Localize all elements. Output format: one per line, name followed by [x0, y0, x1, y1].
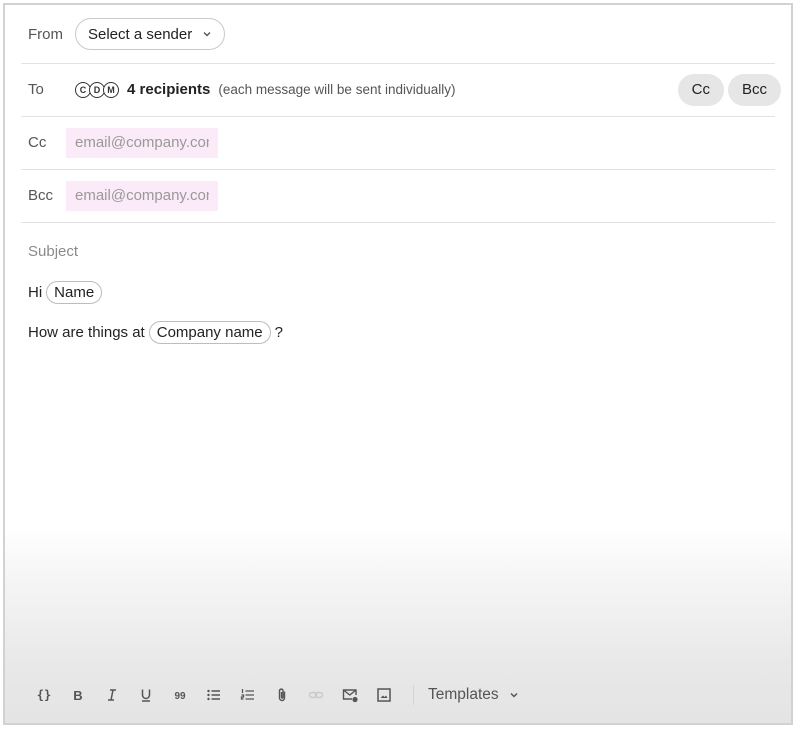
body-text: Hi — [28, 284, 43, 301]
recipients-note: (each message will be sent individually) — [218, 82, 456, 97]
recipients-count[interactable]: 4 recipients — [127, 81, 210, 98]
sender-select[interactable]: Select a sender — [75, 18, 226, 50]
cc-row: Cc — [21, 116, 775, 170]
body-line[interactable]: How are things at Company name ? — [28, 321, 283, 344]
image-button[interactable] — [367, 681, 401, 709]
name-variable-token[interactable]: Name — [46, 281, 103, 304]
chevron-down-icon — [510, 692, 518, 698]
image-icon — [377, 688, 391, 702]
sender-select-label: Select a sender — [88, 25, 193, 43]
numbered-list-button[interactable] — [231, 681, 265, 709]
templates-dropdown[interactable]: Templates — [428, 686, 519, 704]
to-label: To — [28, 81, 44, 98]
cc-button[interactable]: Cc — [677, 73, 724, 106]
bold-icon: B — [73, 688, 82, 703]
bulleted-list-icon — [207, 689, 220, 701]
variables-icon: {} — [37, 688, 51, 702]
bold-button[interactable]: B — [61, 681, 95, 709]
bcc-button[interactable]: Bcc — [727, 73, 781, 106]
formatting-toolbar: {} B 99 Templates — [27, 681, 519, 709]
bulleted-list-button[interactable] — [197, 681, 231, 709]
italic-icon — [108, 689, 116, 701]
subject-input[interactable]: Subject — [28, 243, 78, 260]
underline-button[interactable] — [129, 681, 163, 709]
recipient-avatars[interactable]: C D M — [75, 81, 119, 98]
email-settings-icon — [342, 689, 358, 703]
svg-text:99: 99 — [174, 691, 186, 702]
chevron-down-icon — [203, 32, 211, 37]
bcc-row: Bcc — [21, 169, 775, 223]
email-composer: From Select a sender To C D M 4 recipien… — [3, 3, 793, 725]
underline-icon — [141, 689, 151, 702]
bcc-email-input[interactable] — [66, 180, 218, 211]
from-label: From — [28, 25, 63, 43]
from-row: From Select a sender — [21, 5, 775, 64]
cc-bcc-buttons: Cc Bcc — [677, 73, 781, 106]
templates-label: Templates — [428, 686, 499, 703]
toolbar-divider — [413, 685, 414, 705]
numbered-list-icon — [240, 689, 254, 700]
email-settings-button[interactable] — [333, 681, 367, 709]
link-icon — [308, 691, 324, 699]
attachment-icon — [278, 688, 286, 702]
body-line[interactable]: Hi Name — [28, 281, 103, 304]
link-button[interactable] — [299, 681, 333, 709]
to-row: To C D M 4 recipients (each message will… — [21, 63, 781, 117]
avatar: M — [103, 81, 119, 98]
body-text: ? — [274, 324, 283, 341]
attachment-button[interactable] — [265, 681, 299, 709]
quote-icon: 99 — [174, 691, 186, 702]
variables-button[interactable]: {} — [27, 681, 61, 709]
body-text: How are things at — [28, 324, 145, 341]
company-name-variable-token[interactable]: Company name — [148, 321, 271, 344]
cc-email-input[interactable] — [66, 127, 218, 158]
svg-text:B: B — [73, 688, 82, 703]
quote-button[interactable]: 99 — [163, 681, 197, 709]
svg-text:{}: {} — [37, 688, 51, 702]
italic-button[interactable] — [95, 681, 129, 709]
